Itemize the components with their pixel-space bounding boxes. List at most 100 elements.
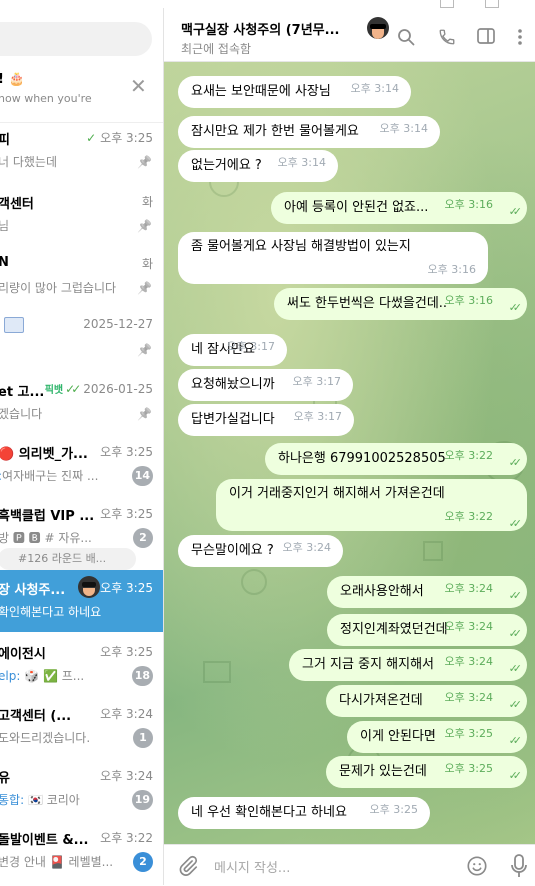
chat-item-time-text: 오후 3:25 xyxy=(100,131,153,145)
avatar xyxy=(78,576,100,598)
double-check-icon: ✓✓ xyxy=(508,205,523,218)
promo-banner[interactable]: ! 🎂 now when you're ✕ xyxy=(0,66,163,123)
unread-badge: 18 xyxy=(131,666,153,686)
chat-list-item[interactable]: 장 사청주... 오후 3:25 확인해본다고 하네요 xyxy=(0,570,163,632)
chat-status: 최근에 접속함 xyxy=(181,42,252,56)
outgoing-message[interactable]: 오래사용안해서 오후 3:24 ✓✓ xyxy=(327,576,527,608)
chat-list-item[interactable]: 흑백클럽 VIP ... 오후 3:25 방 🅿 🅱 # 자유... #126 라운드… xyxy=(0,496,163,570)
paperclip-icon[interactable] xyxy=(177,855,199,877)
search-input[interactable] xyxy=(0,22,152,56)
phone-icon[interactable] xyxy=(438,28,456,46)
incoming-message[interactable]: 잠시만요 제가 한번 물어볼게요 오후 3:14 xyxy=(178,116,440,148)
emoji-icon[interactable] xyxy=(466,855,488,877)
chat-list-item[interactable]: 에이전시 오후 3:25 elp: 🎲 ✅ 프... 18 xyxy=(0,634,163,696)
message-area[interactable]: 요새는 보안때문에 사장님 오후 3:14 잠시만요 제가 한번 물어볼게요 오후 3… xyxy=(164,62,535,844)
chat-list-item[interactable]: 유오후 3:24 통합: 🇰🇷 코리아 19 xyxy=(0,758,163,820)
outgoing-message[interactable]: 아예 등록이 안된건 없죠... 오후 3:16 ✓✓ xyxy=(271,192,527,224)
incoming-message[interactable]: 네 우선 확인해본다고 하네요 오후 3:25 xyxy=(178,797,430,829)
message-input-bar: 메시지 작성... xyxy=(164,844,535,886)
message-time: 오후 3:14 xyxy=(379,122,428,135)
unread-badge: 2 xyxy=(133,852,153,872)
chat-item-preview-text: 도와드리겠습니다. xyxy=(0,731,91,745)
chat-item-preview-text: 님 xyxy=(0,219,9,233)
outgoing-message[interactable]: 정지인계좌였던건데 오후 3:24 ✓✓ xyxy=(327,614,527,646)
pin-icon: 📌 xyxy=(137,219,152,233)
message-time: 오후 3:16 xyxy=(427,263,476,276)
chat-item-tag: 픽뱃 xyxy=(44,385,64,396)
chat-item-topic[interactable]: #126 라운드 배... xyxy=(0,548,136,570)
message-time: 오후 3:25 xyxy=(444,762,493,775)
chat-item-time-text: 오후 3:25 xyxy=(100,507,153,521)
chat-item-time: 픽뱃 ✓✓ 2026-01-25 xyxy=(45,381,153,396)
chat-item-time-text: 오후 3:25 xyxy=(100,581,153,595)
chat-item-sender: elp: xyxy=(0,669,21,683)
message-time: 오후 3:14 xyxy=(277,156,326,169)
double-check-icon: ✓✓ xyxy=(508,456,523,469)
close-icon[interactable]: ✕ xyxy=(130,76,147,96)
incoming-message[interactable]: 요청해놨으니까 오후 3:17 xyxy=(178,369,353,401)
message-time: 오후 3:24 xyxy=(444,620,493,633)
unread-badge: 1 xyxy=(133,728,153,748)
chat-item-time: 오후 3:22 xyxy=(100,829,153,846)
chat-item-time: 2025-12-27 xyxy=(83,317,153,331)
chat-item-preview-text: 겠습니다 xyxy=(0,407,43,421)
chat-item-time: 오후 3:25 xyxy=(100,579,153,596)
chat-item-time: 오후 3:25 xyxy=(100,643,153,660)
incoming-message[interactable]: 요새는 보안때문에 사장님 오후 3:14 xyxy=(178,76,411,108)
outgoing-message[interactable]: 써도 한두번씩은 다썼을건데.. 오후 3:16 ✓✓ xyxy=(274,288,527,320)
message-time: 오후 3:25 xyxy=(369,803,418,816)
message-time: 오후 3:24 xyxy=(444,691,493,704)
incoming-message[interactable]: 무슨말이에요 ? 오후 3:24 xyxy=(178,535,343,567)
outgoing-message[interactable]: 이게 안된다면 오후 3:25 ✓✓ xyxy=(347,721,527,753)
chat-item-preview-text: 확인해본다고 하네요 xyxy=(0,605,102,619)
outgoing-message[interactable]: 그거 지금 중지 해지해서 오후 3:24 ✓✓ xyxy=(289,649,527,681)
outgoing-message[interactable]: 다시가져온건데 오후 3:24 ✓✓ xyxy=(326,685,527,717)
message-text: 요새는 보안때문에 사장님 xyxy=(191,84,331,99)
chat-list-item[interactable]: 🔴 의리벳_가... 오후 3:25:여자배구는 진짜 ... 14 xyxy=(0,434,163,496)
message-time: 오후 3:17 xyxy=(293,410,342,423)
chat-item-time: 오후 3:24 xyxy=(100,767,153,784)
more-vertical-icon[interactable] xyxy=(517,28,523,46)
unread-badge: 14 xyxy=(131,466,153,486)
chat-item-time: 화 xyxy=(142,255,153,272)
chat-list-item[interactable]: 고객센터 (... 오후 3:24 도와드리겠습니다. 1 xyxy=(0,696,163,758)
message-text: 좀 물어볼게요 사장님 해결방법이 있는지 xyxy=(191,239,411,254)
chat-item-time-text: 화 xyxy=(141,257,153,271)
chat-item-tag-icon xyxy=(4,317,24,333)
window-titlebar xyxy=(0,0,535,8)
chat-item-time: 오후 3:25 xyxy=(100,443,153,460)
incoming-message[interactable]: 답변가실겁니다 오후 3:17 xyxy=(178,404,354,436)
outgoing-message[interactable]: 하나은행 67991002528505 오후 3:22 ✓✓ xyxy=(265,443,527,475)
maximize-button[interactable] xyxy=(485,0,499,8)
chat-item-sender: 통합: xyxy=(0,793,25,807)
chat-title[interactable]: 맥구실장 사청주의 (7년무... xyxy=(181,19,339,38)
outgoing-message[interactable]: 문제가 있는건데 오후 3:25 ✓✓ xyxy=(326,756,527,788)
message-text: 써도 한두번씩은 다썼을건데.. xyxy=(287,296,448,311)
chat-item-time-text: 오후 3:24 xyxy=(100,769,153,783)
outgoing-message[interactable]: 이거 거래중지인거 해지해서 가져온건데 오후 3:22 ✓✓ xyxy=(216,479,527,531)
message-text: 네 우선 확인해본다고 하네요 xyxy=(191,805,347,820)
chat-list-item[interactable]: 돌발이벤트 &... 오후 3:22 변경 안내 🎴 레벨별... 2 xyxy=(0,820,163,882)
chat-list-pane: ! 🎂 now when you're ✕ 피✓오후 3:25너 다했는데📌객센… xyxy=(0,8,164,885)
sidebar-toggle-icon[interactable] xyxy=(477,28,495,44)
incoming-message[interactable]: 좀 물어볼게요 사장님 해결방법이 있는지오후 3:16 xyxy=(178,232,488,284)
chat-list-item[interactable]: N 화리량이 많아 그럽습니다 📌 xyxy=(0,246,163,308)
message-time: 오후 3:24 xyxy=(444,655,493,668)
unread-badge: 19 xyxy=(131,790,153,810)
incoming-message[interactable]: 없는거에요 ? 오후 3:14 xyxy=(178,150,338,182)
avatar[interactable] xyxy=(367,17,389,39)
chat-list-item[interactable]: et 고... 픽뱃 ✓✓ 2026-01-25 겠습니다 📌 xyxy=(0,372,163,434)
chat-item-preview: 너 다했는데 xyxy=(0,153,126,170)
chat-list-item[interactable]: 객센터 화님 📌 xyxy=(0,184,163,246)
chat-list-item[interactable]: 피✓오후 3:25 너 다했는데 📌 xyxy=(0,120,163,182)
minimize-button[interactable] xyxy=(440,0,454,8)
chat-item-time-text: 2026-01-25 xyxy=(83,382,153,396)
microphone-icon[interactable] xyxy=(510,854,528,878)
chat-item-time-text: 오후 3:25 xyxy=(100,445,153,459)
promo-title: ! 🎂 xyxy=(0,72,25,87)
chat-list-item[interactable]: 2025-12-27 📌 xyxy=(0,308,163,370)
message-input[interactable]: 메시지 작성... xyxy=(214,857,290,876)
incoming-message[interactable]: 네 잠시만요 오후 3:17 xyxy=(178,334,287,366)
message-text: 그거 지금 중지 해지해서 xyxy=(302,657,434,672)
search-icon[interactable] xyxy=(397,28,415,46)
